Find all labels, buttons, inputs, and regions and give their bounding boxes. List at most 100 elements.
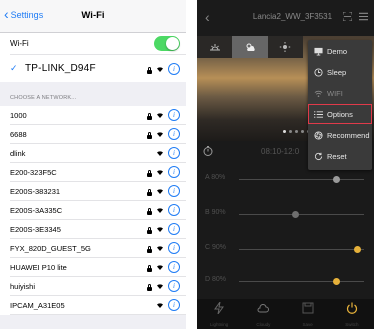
tab-switch[interactable]: Switch [330, 299, 374, 329]
tab-cloudy[interactable]: Cloudy [241, 299, 285, 329]
list-icon [314, 110, 323, 118]
mode-daylight[interactable] [268, 36, 303, 58]
network-row[interactable]: 1000 i [0, 106, 186, 125]
wifi-signal-icon [157, 302, 163, 308]
lock-icon [147, 226, 152, 234]
cloud-icon [257, 303, 270, 313]
menu-item-demo[interactable]: Demo [308, 41, 372, 61]
menu-item-label: Reset [327, 151, 347, 161]
info-icon[interactable]: i [168, 185, 180, 197]
menu-item-label: Sleep [327, 67, 347, 77]
channel-c-slider[interactable]: C 90% [197, 240, 374, 258]
network-row[interactable]: E200S-3A335C i [0, 201, 186, 220]
wifi-signal-icon [157, 245, 163, 251]
info-icon[interactable]: i [168, 204, 180, 216]
info-icon[interactable]: i [168, 223, 180, 235]
info-icon[interactable]: i [168, 166, 180, 178]
network-name: E200S-383231 [10, 187, 61, 196]
navigation-bar: ‹ Settings Wi-Fi [0, 0, 186, 33]
lock-icon [147, 66, 152, 74]
network-row[interactable]: huiyishi i [0, 277, 186, 296]
slider-thumb[interactable] [333, 278, 340, 285]
wifi-signal-icon [157, 66, 163, 72]
channel-letter: C [205, 244, 211, 251]
channel-letter: A [205, 174, 210, 181]
info-icon[interactable]: i [168, 147, 180, 159]
channel-b-slider[interactable]: B 90% [197, 205, 374, 223]
lock-icon [147, 112, 152, 120]
scan-icon[interactable] [343, 12, 352, 21]
network-row[interactable]: E200S-3E3345 i [0, 220, 186, 239]
save-icon [302, 302, 314, 314]
menu-item-reset[interactable]: Reset [308, 146, 372, 166]
mode-sunrise[interactable] [197, 36, 232, 58]
menu-item-label: Options [327, 109, 353, 119]
info-icon[interactable]: i [168, 109, 180, 121]
connected-network-row[interactable]: ✓ TP-LINK_D94F i [0, 55, 186, 82]
lock-icon [147, 207, 152, 215]
wifi-signal-icon [157, 283, 163, 289]
wifi-signal-icon [157, 131, 163, 137]
mode-strip [197, 36, 303, 58]
network-name: dlink [10, 149, 26, 158]
menu-item-options[interactable]: Options [308, 104, 372, 124]
channel-a-slider[interactable]: A 80% [197, 170, 374, 188]
options-popup-menu: Demo Sleep WIFI Options Recommend Reset [308, 40, 372, 170]
mode-sunny[interactable] [232, 36, 268, 58]
tab-label: Lightning [209, 322, 229, 327]
slider-thumb[interactable] [291, 211, 299, 218]
slider-track[interactable] [239, 249, 364, 250]
info-icon[interactable]: i [168, 280, 180, 292]
wifi-signal-icon [157, 207, 163, 213]
network-row[interactable]: IPCAM_A31E05 i [0, 296, 186, 315]
network-row[interactable]: 6688 i [0, 125, 186, 144]
channel-d-slider[interactable]: D 80% [197, 272, 374, 290]
network-row[interactable]: E200-323F5C i [0, 163, 186, 182]
network-name: huiyishi [10, 282, 36, 291]
wifi-toggle[interactable] [154, 36, 180, 51]
timer-icon[interactable] [203, 146, 213, 156]
wifi-signal-icon [157, 264, 163, 270]
tab-save[interactable]: Save [286, 299, 330, 329]
wifi-signal-icon [157, 226, 163, 232]
lock-icon [147, 283, 152, 291]
lock-icon [147, 264, 152, 272]
menu-item-label: WIFI [327, 88, 343, 98]
info-icon[interactable]: i [168, 63, 180, 75]
channel-label: B 90% [205, 209, 226, 216]
slider-track[interactable] [239, 281, 364, 282]
sun-icon [280, 42, 291, 52]
channel-label: A 80% [205, 174, 225, 181]
menu-item-sleep[interactable]: Sleep [308, 62, 372, 82]
network-row[interactable]: dlink i [0, 144, 186, 163]
wifi-settings-screen: ‹ Settings Wi-Fi Wi-Fi ✓ TP-LINK_D94F i … [0, 0, 186, 329]
slider-thumb[interactable] [333, 176, 340, 183]
menu-item-wifi[interactable]: WIFI [308, 83, 372, 103]
menu-icon[interactable] [359, 12, 368, 21]
wifi-signal-icon [157, 112, 163, 118]
network-row[interactable]: HUAWEI P10 lite i [0, 258, 186, 277]
menu-item-recommend[interactable]: Recommend [308, 125, 372, 145]
lock-icon [147, 188, 152, 196]
network-row[interactable]: FYX_820D_GUEST_5G i [0, 239, 186, 258]
wifi-signal-icon [157, 150, 163, 156]
slider-track[interactable] [239, 179, 364, 180]
refresh-icon [314, 152, 323, 160]
slider-thumb[interactable] [354, 246, 362, 253]
slider-track[interactable] [239, 214, 364, 215]
network-name: E200S-3A335C [10, 206, 63, 215]
network-row[interactable]: E200S-383231 i [0, 182, 186, 201]
menu-item-label: Recommend [327, 130, 370, 140]
monitor-icon [314, 47, 323, 56]
channel-label: C 90% [205, 244, 226, 251]
info-icon[interactable]: i [168, 261, 180, 273]
toggle-knob [166, 37, 179, 50]
wifi-signal-icon [157, 188, 163, 194]
network-name: E200S-3E3345 [10, 225, 61, 234]
info-icon[interactable]: i [168, 299, 180, 311]
info-icon[interactable]: i [168, 242, 180, 254]
info-icon[interactable]: i [168, 128, 180, 140]
time-range: 08:10-12:0 [261, 147, 300, 156]
tab-lightning[interactable]: Lightning [197, 299, 241, 329]
tab-label: Cloudy [256, 322, 271, 327]
